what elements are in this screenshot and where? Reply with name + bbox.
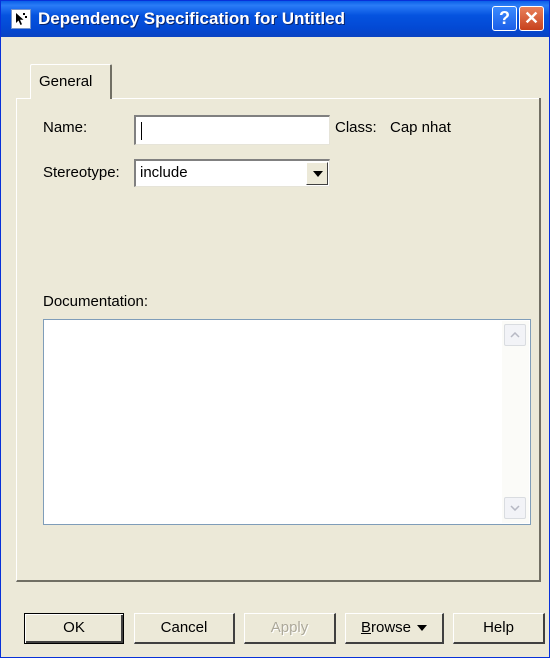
browse-button[interactable]: Browse bbox=[345, 613, 444, 644]
documentation-textarea[interactable] bbox=[43, 319, 531, 525]
ok-button[interactable]: OK bbox=[24, 613, 124, 644]
stereotype-value: include bbox=[140, 164, 188, 181]
window-title: Dependency Specification for Untitled bbox=[38, 9, 345, 28]
scroll-up-icon[interactable] bbox=[504, 324, 526, 346]
browse-mnemonic: B bbox=[360, 619, 371, 636]
name-label: Name: bbox=[43, 119, 88, 136]
help-button[interactable]: Help bbox=[453, 613, 545, 644]
documentation-label: Documentation: bbox=[43, 293, 149, 310]
stereotype-combobox[interactable]: include bbox=[134, 159, 330, 187]
chevron-down-icon[interactable] bbox=[306, 162, 328, 185]
scroll-down-icon[interactable] bbox=[504, 497, 526, 519]
close-icon[interactable]: ✕ bbox=[519, 6, 544, 31]
tab-general-label: General bbox=[39, 73, 93, 90]
cancel-button[interactable]: Cancel bbox=[134, 613, 235, 644]
documentation-scrollbar[interactable] bbox=[502, 321, 529, 523]
text-caret bbox=[141, 122, 142, 140]
dialog-window: Dependency Specification for Untitled ? … bbox=[0, 0, 550, 658]
title-bar[interactable]: Dependency Specification for Untitled ? … bbox=[1, 1, 549, 37]
specification-icon bbox=[11, 9, 31, 29]
stereotype-label: Stereotype: bbox=[43, 164, 120, 181]
name-input[interactable] bbox=[134, 115, 330, 145]
class-label: Class: bbox=[335, 119, 377, 136]
class-value: Cap nhat bbox=[390, 119, 451, 136]
chevron-down-icon bbox=[417, 625, 428, 632]
browse-label: rowse bbox=[371, 619, 412, 636]
apply-button[interactable]: Apply bbox=[244, 613, 336, 644]
tab-general[interactable]: General bbox=[30, 64, 112, 99]
help-icon[interactable]: ? bbox=[492, 6, 517, 31]
